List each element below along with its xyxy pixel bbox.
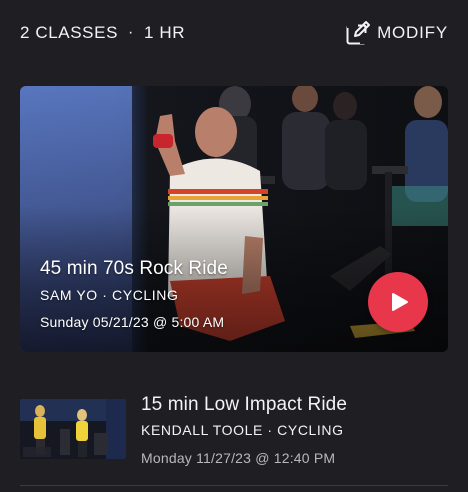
stack-summary: 2 CLASSES · 1 HR bbox=[20, 23, 185, 43]
stack-header: 2 CLASSES · 1 HR MODIFY bbox=[20, 18, 448, 48]
modify-label: MODIFY bbox=[377, 23, 448, 42]
edit-icon bbox=[346, 21, 371, 45]
featured-class-card[interactable]: 45 min 70s Rock Ride SAM YO · CYCLING Su… bbox=[20, 86, 448, 352]
class-stack-screen: 2 CLASSES · 1 HR MODIFY 45 min 70s Rock … bbox=[0, 0, 468, 492]
play-icon bbox=[392, 293, 408, 311]
class-schedule: Monday 11/27/23 @ 12:40 PM bbox=[141, 450, 336, 466]
class-title: 15 min Low Impact Ride bbox=[141, 394, 348, 415]
featured-class-schedule: Sunday 05/21/23 @ 5:00 AM bbox=[40, 314, 225, 330]
modify-button[interactable]: MODIFY bbox=[345, 20, 448, 46]
class-count: 2 CLASSES bbox=[20, 23, 119, 42]
total-duration: 1 HR bbox=[143, 23, 186, 42]
summary-separator: · bbox=[128, 24, 134, 41]
featured-class-instructor: SAM YO · CYCLING bbox=[40, 287, 179, 303]
play-button[interactable] bbox=[368, 272, 428, 332]
featured-class-title: 45 min 70s Rock Ride bbox=[40, 258, 228, 279]
class-thumbnail bbox=[20, 399, 126, 459]
list-divider bbox=[20, 485, 448, 486]
class-instructor: KENDALL TOOLE · CYCLING bbox=[141, 422, 344, 438]
class-list-item[interactable]: 15 min Low Impact Ride KENDALL TOOLE · C… bbox=[20, 386, 448, 486]
